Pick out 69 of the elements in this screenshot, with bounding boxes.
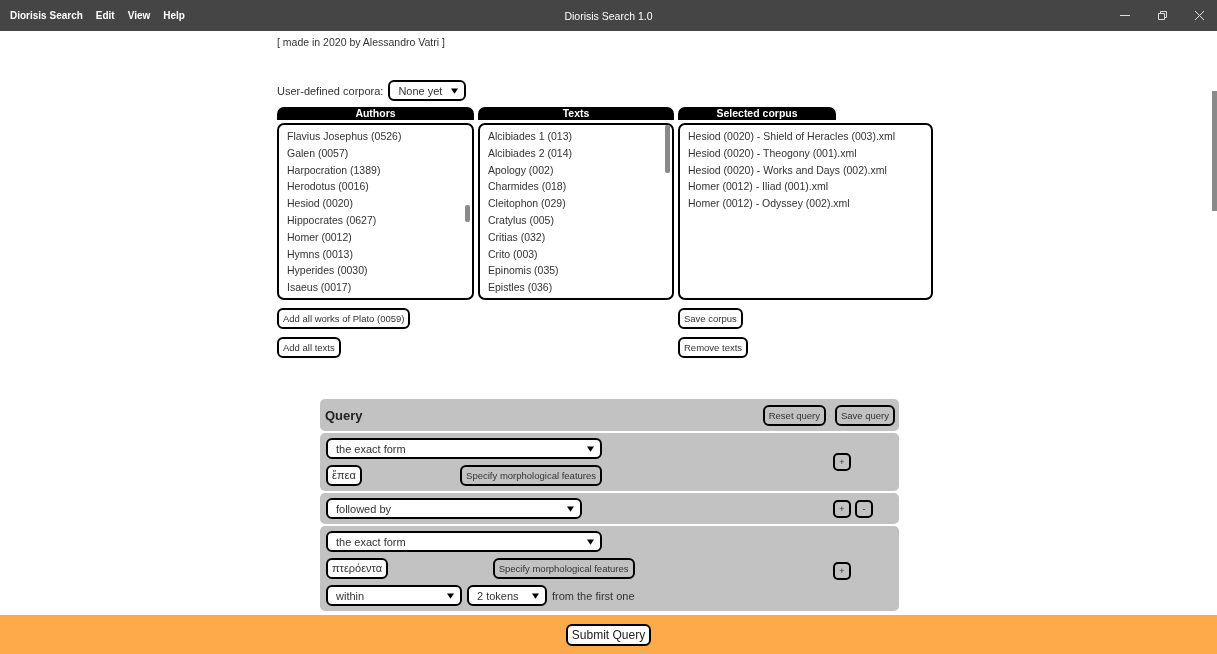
scrollbar[interactable] <box>1212 91 1217 211</box>
list-item[interactable]: Hymns (0013) <box>287 245 464 263</box>
dropdown[interactable]: within <box>326 585 462 606</box>
caret-icon <box>567 505 574 512</box>
morphology-button[interactable]: Specify morphological features <box>460 465 602 486</box>
list-item[interactable]: Homer (0012) - Iliad (001).xml <box>688 178 923 196</box>
list-item[interactable]: Epinomis (035) <box>488 262 664 280</box>
dropdown[interactable]: 2 tokens <box>467 585 547 606</box>
list-item[interactable]: Hesiod (0020) <box>287 195 464 212</box>
action-button[interactable]: Remove texts <box>678 337 749 358</box>
word-field[interactable]: ἔπεα <box>326 465 362 486</box>
distance-note: from the first one <box>552 589 635 602</box>
column-header: Authors <box>277 107 474 120</box>
action-button[interactable]: + <box>833 499 851 518</box>
menu-item[interactable]: Help <box>163 10 185 21</box>
corpora-label: User-defined corpora: <box>277 84 384 97</box>
list-item[interactable]: Alcibiades 2 (014) <box>488 144 664 162</box>
dropdown[interactable]: followed by <box>326 498 582 519</box>
list-item[interactable]: Alcibiades 1 (013) <box>488 128 664 145</box>
caret-icon <box>587 538 594 545</box>
scroll-thumb[interactable] <box>665 125 670 173</box>
list-item[interactable]: Cratylus (005) <box>488 212 664 229</box>
word-field[interactable]: πτερόεντα <box>326 558 389 579</box>
query-button[interactable]: Reset query <box>762 404 826 426</box>
restore-icon[interactable] <box>1157 10 1168 21</box>
list-item[interactable]: Hesiod (0020) - Works and Days (002).xml <box>688 161 923 179</box>
list-item[interactable]: Herodotus (0016) <box>287 178 464 196</box>
list-item[interactable]: Crito (003) <box>488 245 664 263</box>
scroll-thumb[interactable] <box>465 205 470 222</box>
list-item[interactable]: Homer (0012) <box>287 228 464 246</box>
query-title: Query <box>325 407 363 423</box>
list-item[interactable]: Hesiod (0020) - Theogony (001).xml <box>688 144 923 162</box>
dropdown[interactable]: the exact form <box>326 531 602 552</box>
action-button[interactable]: Add all works of Plato (0059) <box>277 308 411 329</box>
dropdown[interactable]: None yet <box>388 80 467 101</box>
action-button[interactable]: Add all texts <box>277 337 341 358</box>
list-item[interactable]: Apology (002) <box>488 161 664 179</box>
menu-item[interactable]: Diorisis Search <box>10 10 83 21</box>
caret-icon <box>532 592 539 599</box>
list-item[interactable]: Homer (0012) - Odyssey (002).xml <box>688 195 923 212</box>
action-button[interactable]: Save corpus <box>678 308 743 329</box>
list-item[interactable]: Flavius Josephus (0526) <box>287 128 464 145</box>
caret-icon <box>447 592 454 599</box>
close-icon[interactable] <box>1194 10 1205 21</box>
list-item[interactable]: Hyperides (0030) <box>287 262 464 280</box>
query-button[interactable]: Save query <box>834 404 895 426</box>
action-button[interactable]: + <box>833 562 851 580</box>
list-item[interactable]: Harpocration (1389) <box>287 161 464 179</box>
menu-item[interactable]: Edit <box>95 10 115 21</box>
list-item[interactable]: Hippocrates (0627) <box>287 212 464 229</box>
action-button[interactable]: - <box>855 499 873 518</box>
list-item[interactable]: Galen (0057) <box>287 144 464 162</box>
list-item[interactable]: Isaeus (0017) <box>287 279 464 296</box>
list-item[interactable]: Charmides (018) <box>488 178 664 196</box>
menu-item[interactable]: View <box>127 10 151 21</box>
action-button[interactable]: + <box>833 453 851 471</box>
column-header: Texts <box>478 107 674 120</box>
caret-icon <box>587 445 594 452</box>
dropdown[interactable]: the exact form <box>326 438 602 459</box>
list-item[interactable]: Epistles (036) <box>488 279 664 296</box>
morphology-button[interactable]: Specify morphological features <box>492 558 635 579</box>
column-header: Selected corpus <box>678 107 836 120</box>
credit-text: [ made in 2020 by Alessandro Vatri ] <box>277 36 446 50</box>
list-item[interactable]: Cleitophon (029) <box>488 195 664 212</box>
list-item[interactable]: Critias (032) <box>488 228 664 246</box>
window-title: Diorisis Search 1.0 <box>564 9 653 22</box>
submit-button[interactable]: Submit Query <box>565 623 652 646</box>
caret-icon <box>451 87 459 94</box>
list-item[interactable]: Hesiod (0020) - Shield of Heracles (003).xml <box>688 128 923 145</box>
